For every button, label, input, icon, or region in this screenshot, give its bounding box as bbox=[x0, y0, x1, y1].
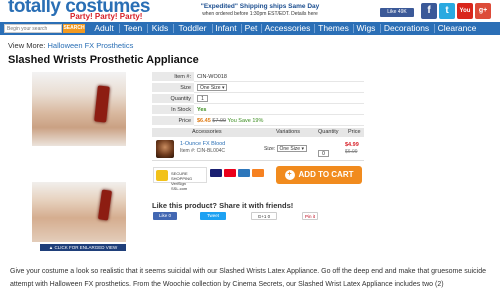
share-title: Like this product? Share it with friends… bbox=[152, 201, 294, 210]
nav-item-clearance[interactable]: Clearance bbox=[435, 22, 479, 35]
secure-shopping-badge: SECURE SHOPPING VeriSign SSL.com bbox=[153, 167, 207, 191]
main-nav: SEARCH Adult Teen Kids Toddler Infant Pe… bbox=[0, 22, 500, 35]
size-cell: One Size ▾ bbox=[194, 83, 364, 93]
product-image-main[interactable] bbox=[32, 72, 126, 146]
add-to-cart-label: ADD TO CART bbox=[298, 170, 354, 179]
lock-icon bbox=[156, 170, 168, 181]
header-variations: Variations bbox=[276, 129, 301, 135]
breadcrumb-prefix: View More: bbox=[8, 41, 46, 50]
accessory-price: $4.99 bbox=[345, 142, 359, 148]
search-button[interactable]: SEARCH bbox=[63, 24, 85, 33]
nav-item-kids[interactable]: Kids bbox=[149, 22, 171, 35]
tweet-button[interactable]: Tweet bbox=[200, 212, 226, 220]
header-quantity: Quantity bbox=[318, 129, 339, 135]
twitter-icon[interactable]: t bbox=[439, 3, 455, 19]
wound-mark bbox=[94, 85, 110, 123]
price-old: $7.99 bbox=[212, 118, 227, 124]
site-logo[interactable]: totally costumes Party! Party! Party! bbox=[8, 0, 150, 21]
shipping-notice[interactable]: "Expedited" Shipping ships Same Day when… bbox=[190, 3, 330, 17]
facebook-like-button[interactable]: Like 49K bbox=[380, 8, 414, 17]
nav-item-accessories[interactable]: Accessories bbox=[262, 22, 313, 35]
nav-item-adult[interactable]: Adult bbox=[92, 22, 116, 35]
header-price: Price bbox=[348, 129, 361, 135]
accessory-price-old: $6.99 bbox=[345, 149, 358, 155]
price-value: $6.45 bbox=[197, 118, 211, 124]
accessory-item-number: Item #: CIN-BL004C bbox=[180, 148, 226, 154]
breadcrumb-link[interactable]: Halloween FX Prosthetics bbox=[47, 41, 133, 50]
nav-item-pet[interactable]: Pet bbox=[242, 22, 260, 35]
accessory-size: Size: One Size ▾ bbox=[264, 145, 307, 152]
quantity-cell: 1 bbox=[194, 94, 364, 104]
nav-item-infant[interactable]: Infant bbox=[213, 22, 239, 35]
nav-item-teen[interactable]: Teen bbox=[121, 22, 145, 35]
size-label: Size bbox=[152, 83, 194, 93]
stock-label: In Stock bbox=[152, 105, 194, 115]
shipping-headline: "Expedited" Shipping ships Same Day bbox=[200, 3, 320, 10]
stock-value: Yes bbox=[194, 105, 364, 115]
secure-line1: SECURE SHOPPING bbox=[171, 171, 193, 181]
accessory-size-select[interactable]: One Size ▾ bbox=[276, 145, 307, 152]
google-plus-icon[interactable]: g+ bbox=[475, 3, 491, 19]
price-cell: $6.45 $7.99 You Save 19% bbox=[194, 116, 364, 126]
pinterest-button[interactable]: Pin it bbox=[302, 212, 318, 220]
nav-item-themes[interactable]: Themes bbox=[315, 22, 352, 35]
add-to-cart-button[interactable]: + ADD TO CART bbox=[276, 166, 362, 184]
accessory-thumbnail[interactable] bbox=[156, 140, 174, 158]
amex-icon bbox=[238, 169, 250, 177]
mastercard-icon bbox=[224, 169, 236, 177]
price-label: Price bbox=[152, 116, 194, 126]
quantity-label: Quantity bbox=[152, 94, 194, 104]
quantity-input[interactable]: 1 bbox=[197, 95, 208, 103]
page-title: Slashed Wrists Prosthetic Appliance bbox=[8, 54, 199, 66]
accessory-qty-cell: 0 bbox=[318, 145, 329, 163]
site-header: totally costumes Party! Party! Party! "E… bbox=[0, 0, 500, 22]
logo-tagline: Party! Party! Party! bbox=[70, 12, 143, 21]
accessory-row: 1-Ounce FX Blood Item #: CIN-BL004C Size… bbox=[152, 137, 364, 161]
enlarge-view-button[interactable]: ▲ CLICK FOR ENLARGED VIEW bbox=[40, 244, 126, 251]
item-number-label: Item #: bbox=[152, 72, 194, 82]
visa-icon bbox=[210, 169, 222, 177]
accessories-header: Accessories Variations Quantity Price bbox=[152, 128, 364, 137]
breadcrumb: View More: Halloween FX Prosthetics bbox=[8, 41, 133, 50]
discover-icon bbox=[252, 169, 264, 177]
size-select[interactable]: One Size ▾ bbox=[197, 84, 228, 92]
secure-line2: VeriSign SSL.com bbox=[171, 181, 188, 191]
facebook-share-button[interactable]: Like 0 bbox=[153, 212, 177, 220]
item-number-value: CIN-WO018 bbox=[194, 72, 364, 82]
price-save: You Save 19% bbox=[227, 118, 264, 124]
nav-item-wigs[interactable]: Wigs bbox=[354, 22, 378, 35]
cart-icon: + bbox=[284, 169, 295, 180]
header-accessories: Accessories bbox=[192, 129, 222, 135]
accessory-size-label: Size: bbox=[264, 145, 276, 152]
google-plus-button[interactable]: G+1 0 bbox=[251, 212, 277, 220]
search-input[interactable] bbox=[4, 24, 62, 33]
facebook-icon[interactable]: f bbox=[421, 3, 437, 19]
product-description: Give your costume a look so realistic th… bbox=[10, 268, 486, 288]
wound-mark-2 bbox=[97, 189, 113, 221]
nav-item-toddler[interactable]: Toddler bbox=[175, 22, 210, 35]
product-image-secondary[interactable] bbox=[32, 182, 126, 242]
accessory-name[interactable]: 1-Ounce FX Blood bbox=[180, 141, 225, 147]
accessory-qty-input[interactable]: 0 bbox=[318, 150, 329, 158]
nav-item-decorations[interactable]: Decorations bbox=[381, 22, 432, 35]
shipping-details: when ordered before 1:30pm EST/EDT. Deta… bbox=[202, 11, 318, 17]
youtube-icon[interactable]: You bbox=[457, 3, 473, 19]
